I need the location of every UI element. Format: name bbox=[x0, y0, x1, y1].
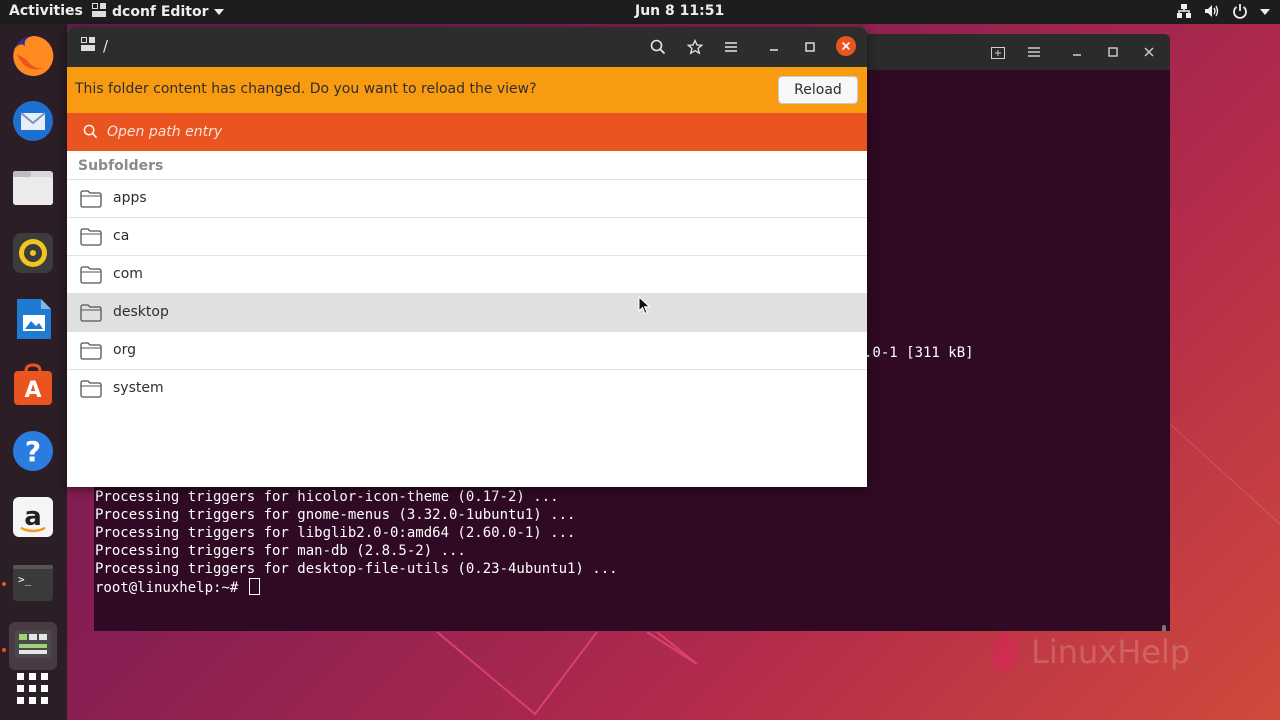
watermark-text: LinuxHelp bbox=[1031, 633, 1191, 671]
new-tab-icon[interactable] bbox=[988, 42, 1008, 62]
reload-infobar: This folder content has changed. Do you … bbox=[67, 67, 867, 113]
folder-icon bbox=[80, 304, 102, 326]
close-icon[interactable] bbox=[1139, 42, 1159, 62]
folder-row-ca[interactable]: ca bbox=[67, 218, 867, 256]
folder-icon bbox=[80, 342, 102, 364]
folder-row-com[interactable]: com bbox=[67, 256, 867, 294]
close-button[interactable] bbox=[836, 36, 856, 56]
folder-label: ca bbox=[113, 228, 130, 244]
linuxhelp-logo-icon bbox=[991, 632, 1020, 672]
terminal-line: Processing triggers for man-db (2.8.5-2)… bbox=[95, 543, 466, 559]
folder-icon bbox=[80, 266, 102, 288]
running-indicator bbox=[2, 648, 6, 652]
dconf-app-icon bbox=[92, 3, 106, 21]
thunderbird-icon bbox=[11, 99, 55, 147]
svg-text:A: A bbox=[24, 378, 41, 403]
minimize-icon[interactable] bbox=[763, 36, 785, 58]
dock-amazon[interactable]: a bbox=[9, 495, 57, 543]
terminal-line: Processing triggers for hicolor-icon-the… bbox=[95, 489, 559, 505]
power-icon[interactable] bbox=[1232, 3, 1248, 19]
dock-help[interactable]: ? bbox=[9, 429, 57, 477]
terminal-icon: >_ bbox=[11, 561, 55, 609]
dock-files[interactable] bbox=[9, 165, 57, 213]
dock-rhythmbox[interactable] bbox=[9, 231, 57, 279]
mouse-pointer-icon bbox=[638, 296, 651, 315]
dock-thunderbird[interactable] bbox=[9, 99, 57, 147]
folder-label: org bbox=[113, 342, 136, 358]
folder-row-apps[interactable]: apps bbox=[67, 180, 867, 218]
subfolders-list: Subfolders apps ca com desktop org syste… bbox=[67, 151, 867, 487]
watermark: LinuxHelp bbox=[985, 630, 1190, 674]
minimize-icon[interactable] bbox=[1067, 42, 1087, 62]
app-menu[interactable]: dconf Editor bbox=[92, 3, 225, 21]
search-icon[interactable] bbox=[647, 36, 669, 58]
clock[interactable]: Jun 8 11:51 bbox=[635, 3, 724, 19]
top-bar: Activities dconf Editor Jun 8 11:51 bbox=[0, 0, 1280, 24]
current-path[interactable]: / bbox=[103, 37, 108, 55]
dock-show-applications[interactable] bbox=[9, 667, 57, 715]
dconf-editor-window[interactable]: / This folder content has changed. Do yo… bbox=[67, 27, 867, 487]
folder-label: apps bbox=[113, 190, 147, 206]
grid-icon bbox=[15, 671, 51, 711]
dock-libreoffice-writer[interactable] bbox=[9, 297, 57, 345]
firefox-icon bbox=[11, 34, 55, 82]
path-bar[interactable]: / bbox=[81, 37, 108, 55]
terminal-prompt-line[interactable]: root@linuxhelp:~# bbox=[95, 578, 260, 597]
dconf-editor-icon bbox=[11, 622, 55, 670]
path-entry-bar[interactable] bbox=[67, 113, 867, 151]
folder-row-org[interactable]: org bbox=[67, 332, 867, 370]
folder-icon bbox=[80, 380, 102, 402]
folder-row-system[interactable]: system bbox=[67, 370, 867, 408]
dock-firefox[interactable] bbox=[9, 34, 57, 82]
app-menu-label: dconf Editor bbox=[112, 4, 209, 20]
bookmark-star-icon[interactable] bbox=[684, 36, 706, 58]
maximize-icon[interactable] bbox=[799, 36, 821, 58]
hamburger-menu-icon[interactable] bbox=[720, 36, 742, 58]
system-tray[interactable] bbox=[1176, 3, 1270, 19]
ubuntu-software-icon: A bbox=[11, 363, 55, 411]
terminal-line: Processing triggers for libglib2.0-0:amd… bbox=[95, 525, 576, 541]
folder-label: desktop bbox=[113, 304, 169, 320]
subfolders-heading: Subfolders bbox=[78, 158, 164, 174]
folder-icon bbox=[80, 228, 102, 250]
dconf-header-bar[interactable]: / bbox=[67, 27, 867, 67]
menu-icon[interactable] bbox=[1024, 42, 1044, 62]
terminal-line: Processing triggers for desktop-file-uti… bbox=[95, 561, 618, 577]
dock: A ? a >_ bbox=[0, 24, 67, 720]
folder-label: com bbox=[113, 266, 143, 282]
rhythmbox-icon bbox=[11, 231, 55, 279]
infobar-message: This folder content has changed. Do you … bbox=[75, 81, 537, 97]
dconf-app-icon bbox=[81, 37, 95, 55]
dock-dconf-editor[interactable] bbox=[9, 622, 57, 670]
terminal-cursor bbox=[248, 578, 260, 595]
search-icon bbox=[83, 124, 98, 143]
maximize-icon[interactable] bbox=[1103, 42, 1123, 62]
terminal-partial-line: .0-1 [311 kB] bbox=[864, 345, 974, 361]
dock-terminal[interactable]: >_ bbox=[9, 561, 57, 609]
svg-text:>_: >_ bbox=[18, 573, 32, 586]
volume-icon[interactable] bbox=[1204, 3, 1220, 19]
terminal-prompt: root@linuxhelp:~# bbox=[95, 580, 247, 596]
activities-button[interactable]: Activities bbox=[9, 3, 83, 19]
help-icon: ? bbox=[11, 429, 55, 477]
chevron-down-icon bbox=[214, 4, 225, 20]
reload-button[interactable]: Reload bbox=[778, 76, 858, 104]
network-icon[interactable] bbox=[1176, 3, 1192, 19]
folder-row-desktop[interactable]: desktop bbox=[67, 294, 867, 332]
amazon-icon: a bbox=[11, 495, 55, 543]
folder-label: system bbox=[113, 380, 164, 396]
files-icon bbox=[11, 165, 55, 213]
folder-icon bbox=[80, 190, 102, 212]
svg-text:a: a bbox=[24, 502, 42, 532]
dock-ubuntu-software[interactable]: A bbox=[9, 363, 57, 411]
svg-text:?: ? bbox=[25, 435, 41, 468]
close-icon bbox=[841, 41, 851, 51]
writer-icon bbox=[11, 297, 55, 345]
running-indicator bbox=[2, 582, 6, 586]
terminal-line: Processing triggers for gnome-menus (3.3… bbox=[95, 507, 576, 523]
path-entry-input[interactable] bbox=[107, 121, 707, 143]
chevron-down-icon[interactable] bbox=[1260, 3, 1270, 19]
